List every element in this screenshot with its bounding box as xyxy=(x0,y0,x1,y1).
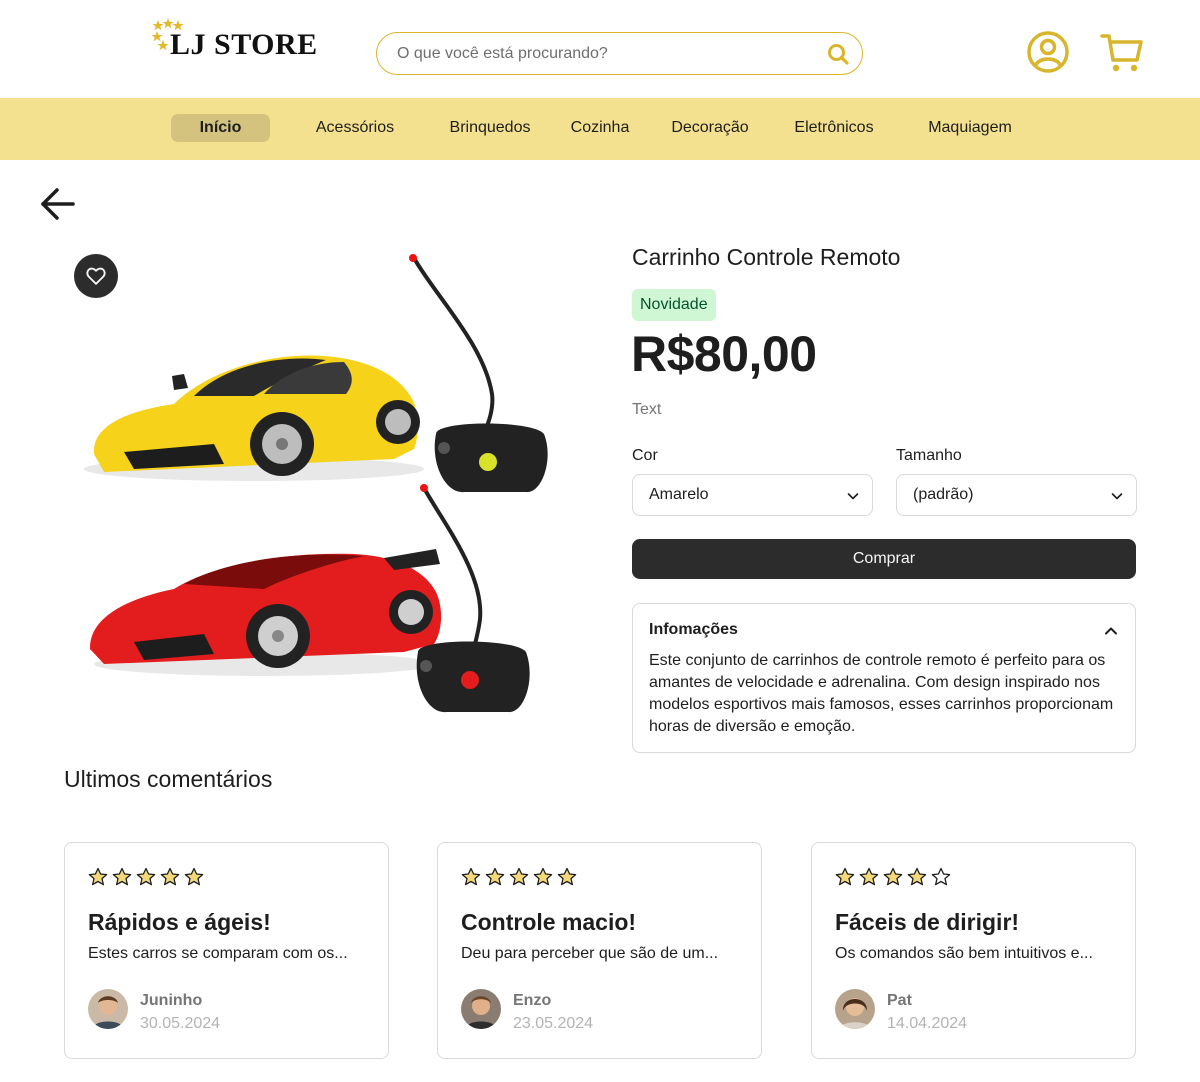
back-arrow-icon[interactable] xyxy=(38,184,78,224)
rating-stars xyxy=(835,867,951,889)
nav-item-inicio[interactable]: Início xyxy=(171,114,270,142)
product-title: Carrinho Controle Remoto xyxy=(632,244,901,270)
review-card: Fáceis de dirigir! Os comandos são bem i… xyxy=(811,842,1136,1059)
reviewer-name: Juninho xyxy=(140,992,203,1009)
star-filled-icon xyxy=(907,867,927,886)
star-filled-icon xyxy=(835,867,855,886)
star-filled-icon xyxy=(88,867,108,886)
store-logo[interactable]: LJ STORE xyxy=(152,18,317,66)
review-title: Fáceis de dirigir! xyxy=(835,909,1020,935)
review-body: Deu para perceber que são de um... xyxy=(461,945,719,962)
search-icon[interactable] xyxy=(826,42,850,66)
nav-item-acessorios[interactable]: Acessórios xyxy=(305,114,405,142)
search-input[interactable] xyxy=(397,41,797,67)
new-badge: Novidade xyxy=(632,289,716,321)
star-filled-icon xyxy=(184,867,204,886)
header: LJ STORE xyxy=(0,0,1200,98)
logo-text: LJ STORE xyxy=(170,28,318,61)
nav-item-eletronicos[interactable]: Eletrônicos xyxy=(784,114,884,142)
review-title: Rápidos e ágeis! xyxy=(88,909,271,935)
star-filled-icon xyxy=(883,867,903,886)
star-filled-icon xyxy=(533,867,553,886)
star-empty-icon xyxy=(931,867,951,886)
favorite-button[interactable] xyxy=(74,254,118,298)
search-bar xyxy=(376,32,863,75)
chevron-down-icon xyxy=(1111,493,1123,500)
product-price: R$80,00 xyxy=(631,326,817,382)
rating-stars xyxy=(461,867,577,889)
rating-stars xyxy=(88,867,204,889)
buy-button[interactable]: Comprar xyxy=(632,539,1136,579)
color-label: Cor xyxy=(632,447,658,464)
shopping-cart-icon[interactable] xyxy=(1100,32,1144,74)
nav-item-brinquedos[interactable]: Brinquedos xyxy=(440,114,540,142)
chevron-up-icon[interactable] xyxy=(1103,623,1119,639)
star-filled-icon xyxy=(485,867,505,886)
info-title: Infomações xyxy=(649,621,738,638)
red-car-illustration xyxy=(89,549,442,676)
star-filled-icon xyxy=(557,867,577,886)
review-date: 23.05.2024 xyxy=(513,1015,594,1032)
size-label: Tamanho xyxy=(896,447,962,464)
star-filled-icon xyxy=(160,867,180,886)
chevron-down-icon xyxy=(847,493,859,500)
star-filled-icon xyxy=(461,867,481,886)
review-date: 14.04.2024 xyxy=(887,1015,968,1032)
star-filled-icon xyxy=(136,867,156,886)
review-date: 30.05.2024 xyxy=(140,1015,221,1032)
avatar xyxy=(88,989,128,1029)
nav-item-maquiagem[interactable]: Maquiagem xyxy=(920,114,1020,142)
nav-item-cozinha[interactable]: Cozinha xyxy=(562,114,638,142)
info-accordion: Infomações Este conjunto de carrinhos de… xyxy=(632,603,1136,753)
star-filled-icon xyxy=(859,867,879,886)
user-account-icon[interactable] xyxy=(1026,30,1070,74)
color-select[interactable]: Amarelo xyxy=(632,474,873,516)
size-select[interactable]: (padrão) xyxy=(896,474,1137,516)
review-body: Os comandos são bem intuitivos e... xyxy=(835,945,1093,962)
info-body: Este conjunto de carrinhos de controle r… xyxy=(649,652,1114,735)
review-title: Controle macio! xyxy=(461,909,637,935)
avatar xyxy=(461,989,501,1029)
category-nav: Início Acessórios Brinquedos Cozinha Dec… xyxy=(0,98,1200,160)
size-select-value: (padrão) xyxy=(913,486,974,503)
reviewer-name: Enzo xyxy=(513,992,552,1009)
nav-item-decoracao[interactable]: Decoração xyxy=(660,114,760,142)
product-description: Text xyxy=(632,401,662,418)
star-filled-icon xyxy=(112,867,132,886)
reviews-section-title: Ultimos comentários xyxy=(64,766,273,792)
review-card: Controle macio! Deu para perceber que sã… xyxy=(437,842,762,1059)
color-select-value: Amarelo xyxy=(649,486,709,503)
avatar xyxy=(835,989,875,1029)
heart-icon xyxy=(86,267,106,285)
reviewer-name: Pat xyxy=(887,992,912,1009)
review-body: Estes carros se comparam com os... xyxy=(88,945,348,962)
yellow-car-illustration xyxy=(84,355,424,481)
product-image xyxy=(84,254,548,713)
remote-control-1-illustration xyxy=(409,254,548,493)
star-filled-icon xyxy=(509,867,529,886)
review-card: Rápidos e ágeis! Estes carros se compara… xyxy=(64,842,389,1059)
